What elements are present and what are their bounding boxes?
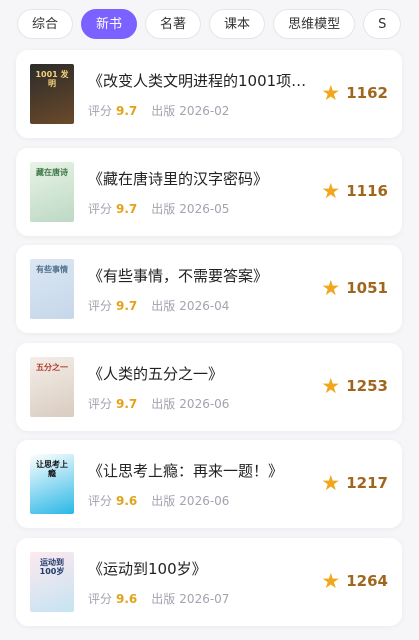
published-date: 2026-07 <box>179 591 230 606</box>
book-cover: 让思考上瘾 <box>30 454 74 515</box>
score-label: 评分 <box>88 494 113 509</box>
score-label: 评分 <box>88 201 113 216</box>
book-title[interactable]: 《改变人类文明进程的1001项… <box>88 70 320 91</box>
published-date: 2026-02 <box>179 104 230 118</box>
favorite-count-value: 1264 <box>346 571 388 590</box>
published-date: 2026-06 <box>179 396 230 411</box>
published-label: 出版 <box>151 396 176 411</box>
favorite-count: ★ 1051 <box>321 277 388 299</box>
score-value: 9.6 <box>116 494 138 509</box>
favorite-count: ★ 1264 <box>321 570 388 592</box>
book-card[interactable]: 藏在唐诗 《藏在唐诗里的汉字密码》评分 9.7 出版 2026-05 ★ 1116 <box>16 147 402 236</box>
category-tabs-row: 综合 新书 名著 课本 思维模型 S <box>17 9 402 39</box>
score-label: 评分 <box>88 299 113 314</box>
book-cover-text: 运动到100岁 <box>39 557 65 576</box>
book-cover-text: 1001 发明 <box>35 70 69 88</box>
book-cover: 有些事情 <box>30 259 74 320</box>
book-meta: 评分 9.7 出版 2026-04 <box>88 297 229 314</box>
book-card[interactable]: 运动到100岁 《运动到100岁》评分 9.6 出版 2026-07 ★ 1264 <box>16 537 402 626</box>
star-icon: ★ <box>321 373 341 398</box>
book-meta: 评分 9.7 出版 2026-02 <box>88 102 229 119</box>
tab-1[interactable]: 综合 <box>17 9 74 39</box>
book-title[interactable]: 《运动到100岁》 <box>88 558 320 579</box>
book-cover-text: 让思考上瘾 <box>36 460 68 479</box>
book-cover-text: 有些事情 <box>36 265 68 275</box>
book-meta: 评分 9.7 出版 2026-05 <box>88 200 229 217</box>
published-date: 2026-06 <box>179 494 230 509</box>
favorite-count-value: 1253 <box>346 376 388 395</box>
book-title[interactable]: 《人类的五分之一》 <box>88 363 320 384</box>
published-label: 出版 <box>151 494 176 509</box>
book-cover: 运动到100岁 <box>30 551 74 612</box>
book-cover: 藏在唐诗 <box>30 161 74 222</box>
star-icon: ★ <box>321 178 341 203</box>
tab-6[interactable]: S <box>363 9 402 39</box>
favorite-count-value: 1116 <box>346 181 388 200</box>
book-meta: 评分 9.7 出版 2026-06 <box>88 395 229 412</box>
tab-5[interactable]: 思维模型 <box>273 9 356 39</box>
tab-4[interactable]: 课本 <box>209 9 266 39</box>
score-value: 9.7 <box>116 396 138 411</box>
book-title[interactable]: 《有些事情，不需要答案》 <box>88 265 320 286</box>
book-list: 1001 发明 《改变人类文明进程的1001项… 评分 9.7 出版 2026-02 ★ 11… <box>16 50 402 636</box>
book-title[interactable]: 《让思考上瘾：再来一题！》 <box>88 460 320 481</box>
book-cover-text: 藏在唐诗 <box>36 167 68 177</box>
book-card[interactable]: 1001 发明 《改变人类文明进程的1001项… 评分 9.7 出版 2026-02 ★ 11… <box>16 50 402 138</box>
score-value: 9.6 <box>116 591 138 606</box>
star-icon: ★ <box>321 568 341 593</box>
favorite-count-value: 1217 <box>346 474 388 493</box>
category-tabs: 综合 新书 名著 课本 思维模型 S <box>0 0 419 48</box>
book-meta: 评分 9.6 出版 2026-06 <box>88 492 229 509</box>
published-date: 2026-04 <box>179 299 230 314</box>
favorite-count: ★ 1253 <box>321 375 388 397</box>
published-label: 出版 <box>151 201 176 216</box>
book-card[interactable]: 让思考上瘾 《让思考上瘾：再来一题！》评分 9.6 出版 2026-06 ★ 1217 <box>16 440 402 529</box>
score-label: 评分 <box>88 396 113 411</box>
tab-3[interactable]: 名著 <box>145 9 202 39</box>
book-card[interactable]: 有些事情 《有些事情，不需要答案》评分 9.7 出版 2026-04 ★ 1051 <box>16 245 402 334</box>
book-cover: 1001 发明 <box>30 64 74 124</box>
score-value: 9.7 <box>116 299 138 314</box>
star-icon: ★ <box>321 276 341 301</box>
score-label: 评分 <box>88 104 113 118</box>
favorite-count-value: 1051 <box>346 279 388 298</box>
book-card[interactable]: 五分之一 《人类的五分之一》评分 9.7 出版 2026-06 ★ 1253 <box>16 342 402 431</box>
book-cover: 五分之一 <box>30 356 74 417</box>
favorite-count-value: 1162 <box>346 84 388 102</box>
star-icon: ★ <box>321 471 341 496</box>
published-label: 出版 <box>151 591 176 606</box>
published-date: 2026-05 <box>179 201 230 216</box>
book-title[interactable]: 《藏在唐诗里的汉字密码》 <box>88 168 320 189</box>
published-label: 出版 <box>151 104 176 118</box>
book-meta: 评分 9.6 出版 2026-07 <box>88 590 229 607</box>
star-icon: ★ <box>321 81 341 105</box>
favorite-count: ★ 1217 <box>321 472 388 494</box>
score-value: 9.7 <box>116 104 138 118</box>
favorite-count: ★ 1162 <box>321 82 388 104</box>
book-cover-text: 五分之一 <box>36 362 68 372</box>
score-label: 评分 <box>88 591 113 606</box>
favorite-count: ★ 1116 <box>321 180 388 202</box>
score-value: 9.7 <box>116 201 138 216</box>
published-label: 出版 <box>151 299 176 314</box>
tab-2[interactable]: 新书 <box>81 9 138 39</box>
